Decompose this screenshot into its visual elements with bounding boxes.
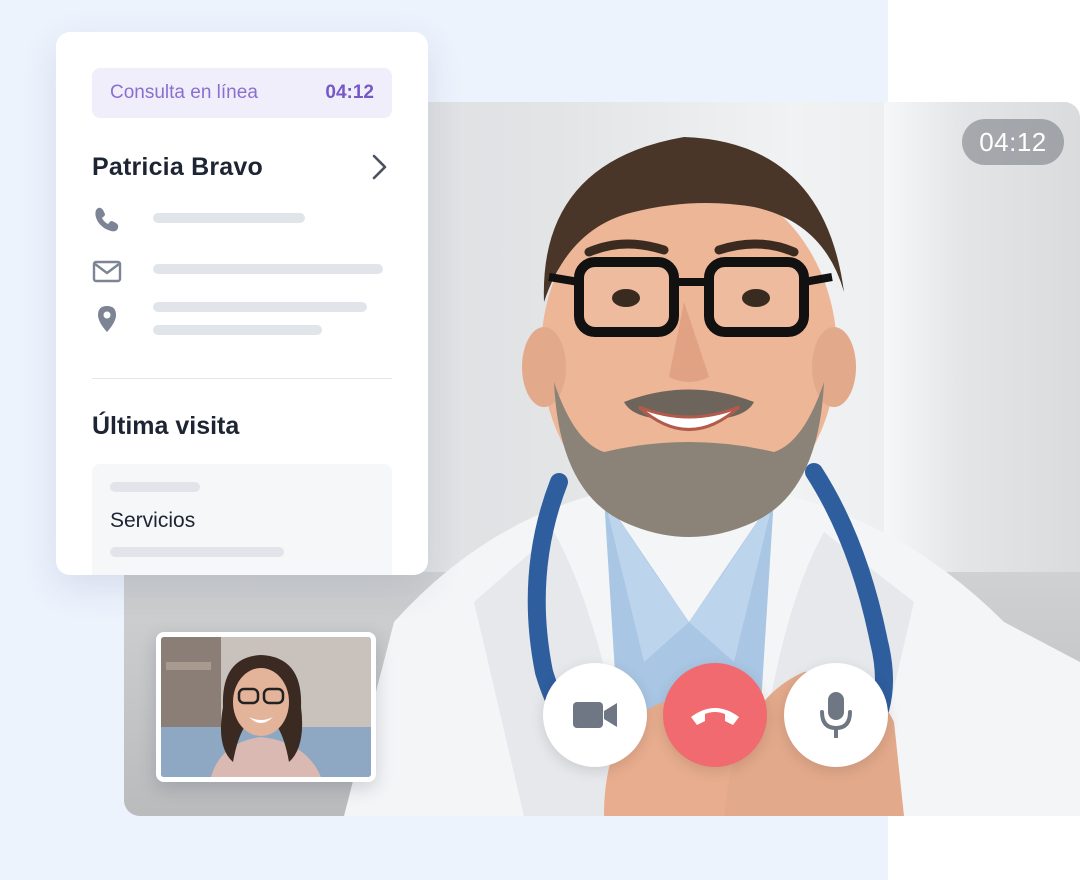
patient-name[interactable]: Patricia Bravo [92, 153, 263, 182]
microphone-icon [820, 692, 852, 738]
camera-icon [573, 702, 617, 728]
visit-detail-placeholder [110, 547, 284, 557]
consultation-status-bar: Consulta en línea 04:12 [92, 68, 392, 118]
phone-placeholder [153, 213, 305, 223]
last-visit-heading: Última visita [92, 412, 240, 440]
hang-up-icon [691, 708, 739, 725]
visit-date-placeholder [110, 482, 200, 492]
chevron-right-icon[interactable] [362, 150, 396, 184]
hang-up-button[interactable] [663, 663, 767, 767]
email-placeholder [153, 264, 383, 274]
self-video-preview[interactable] [156, 632, 376, 782]
patient-video-image [161, 637, 371, 777]
toggle-microphone-button[interactable] [784, 663, 888, 767]
toggle-camera-button[interactable] [543, 663, 647, 767]
location-pin-icon [98, 306, 116, 332]
card-divider [92, 378, 392, 379]
address-placeholder-line-1 [153, 302, 367, 312]
phone-icon [95, 207, 119, 232]
address-placeholder-line-2 [153, 325, 322, 335]
last-visit-item[interactable]: Servicios [92, 464, 392, 575]
consultation-timer: 04:12 [325, 82, 374, 103]
call-timer-badge: 04:12 [962, 119, 1064, 165]
mail-icon [92, 260, 122, 283]
visit-service-label: Servicios [110, 509, 196, 532]
consultation-status-label: Consulta en línea [110, 82, 258, 103]
patient-info-card: Consulta en línea 04:12 Patricia Bravo Ú… [56, 32, 428, 575]
